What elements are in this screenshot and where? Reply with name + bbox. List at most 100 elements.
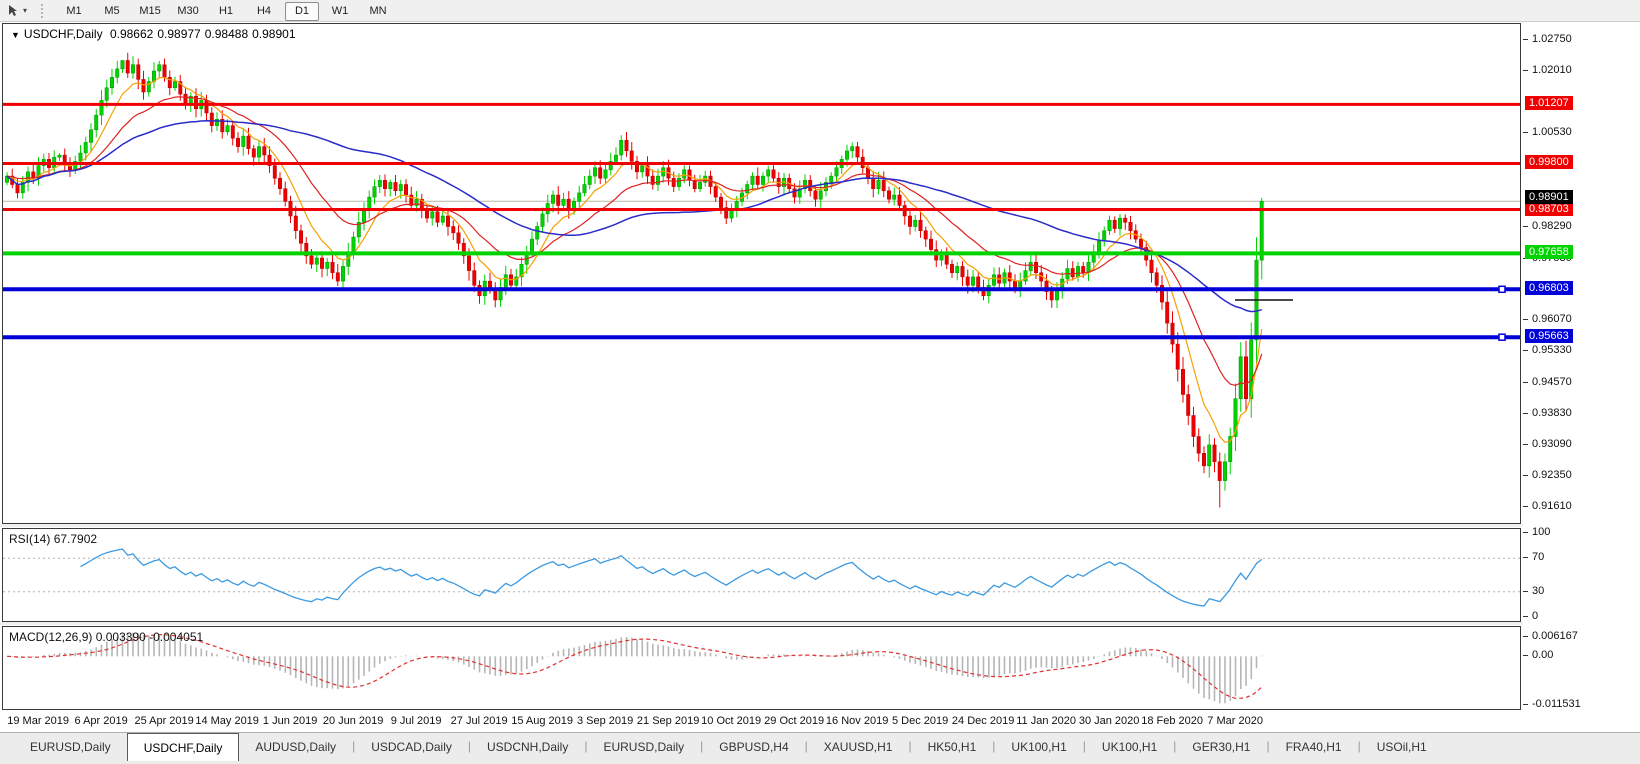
date-tick-label: 7 Mar 2020: [1207, 715, 1263, 727]
cursor-tool-button[interactable]: ▾: [0, 0, 33, 21]
cursor-dropdown-arrow-icon: ▾: [23, 6, 27, 15]
level-price-flag: 0.99800: [1525, 155, 1573, 169]
price-tick-label: 1.00530: [1532, 126, 1572, 138]
timeframe-h1[interactable]: H1: [209, 2, 243, 21]
axis-tick: [1523, 444, 1528, 445]
candles-layer: [5, 53, 1263, 508]
date-tick-label: 1 Jun 2019: [263, 715, 317, 727]
axis-tick: [1523, 636, 1528, 637]
rsi-axis-label: 30: [1532, 585, 1544, 597]
date-tick-label: 10 Oct 2019: [701, 715, 761, 727]
cursor-icon: [6, 4, 20, 18]
current-price-flag: 0.98901: [1525, 190, 1573, 204]
date-tick-label: 16 Nov 2019: [826, 715, 888, 727]
tab-eurusd-daily[interactable]: EURUSD,Daily: [14, 735, 127, 760]
date-tick-label: 15 Aug 2019: [511, 715, 573, 727]
date-tick-label: 29 Oct 2019: [764, 715, 824, 727]
date-tick-label: 21 Sep 2019: [637, 715, 699, 727]
tab-ger30-h1[interactable]: GER30,H1: [1176, 735, 1266, 760]
price-tick-label: 0.93830: [1532, 407, 1572, 419]
date-tick-label: 27 Jul 2019: [451, 715, 508, 727]
timeframe-d1[interactable]: D1: [285, 2, 319, 21]
date-tick-label: 9 Jul 2019: [391, 715, 442, 727]
date-axis[interactable]: 19 Mar 20196 Apr 201925 Apr 201914 May 2…: [2, 710, 1521, 732]
price-tick-label: 0.96070: [1532, 313, 1572, 325]
tab-fra40-h1[interactable]: FRA40,H1: [1270, 735, 1358, 760]
macd-axis-label: 0.006167: [1532, 630, 1578, 642]
rsi-indicator-panel[interactable]: RSI(14) 67.7902: [2, 528, 1521, 622]
tab-uk100-h1[interactable]: UK100,H1: [1086, 735, 1173, 760]
tab-audusd-daily[interactable]: AUDUSD,Daily: [239, 735, 352, 760]
level-price-flag: 0.97658: [1525, 245, 1573, 259]
panel-splitter[interactable]: [0, 622, 1640, 625]
price-tick-label: 0.98290: [1532, 220, 1572, 232]
axis-tick: [1523, 616, 1528, 617]
macd-axis-label: -0.011531: [1532, 698, 1581, 710]
tab-hk50-h1[interactable]: HK50,H1: [912, 735, 993, 760]
date-tick-label: 30 Jan 2020: [1079, 715, 1140, 727]
axis-tick: [1523, 413, 1528, 414]
ma-line-sma55: [7, 121, 1262, 312]
date-tick-label: 24 Dec 2019: [952, 715, 1014, 727]
timeframe-h4[interactable]: H4: [247, 2, 281, 21]
price-axis[interactable]: 1.027501.020101.005300.982900.975300.960…: [1523, 23, 1640, 710]
tab-xauusd-h1[interactable]: XAUUSD,H1: [808, 735, 909, 760]
chart-tab-bar: EURUSD,DailyUSDCHF,DailyAUDUSD,Daily|USD…: [0, 732, 1640, 764]
date-tick-label: 14 May 2019: [195, 715, 259, 727]
hline-handle[interactable]: [1499, 286, 1505, 292]
timeframe-mn[interactable]: MN: [361, 2, 395, 21]
ohlc-high: 0.98977: [157, 27, 200, 41]
axis-tick: [1523, 350, 1528, 351]
date-tick-label: 3 Sep 2019: [577, 715, 633, 727]
timeframe-w1[interactable]: W1: [323, 2, 357, 21]
tab-uk100-h1[interactable]: UK100,H1: [995, 735, 1082, 760]
axis-tick: [1523, 704, 1528, 705]
price-chart-panel[interactable]: ▼USDCHF,Daily 0.986620.989770.984880.989…: [2, 23, 1521, 524]
date-tick-label: 19 Mar 2019: [7, 715, 69, 727]
tab-usdchf-daily[interactable]: USDCHF,Daily: [127, 733, 240, 761]
price-tick-label: 0.95330: [1532, 344, 1572, 356]
tab-eurusd-daily[interactable]: EURUSD,Daily: [587, 735, 700, 760]
macd-indicator-panel[interactable]: MACD(12,26,9) 0.003390 -0.004051: [2, 626, 1521, 710]
rsi-label: RSI(14) 67.7902: [9, 532, 97, 546]
ma-line-ema21: [7, 97, 1262, 386]
timeframe-m15[interactable]: M15: [133, 2, 167, 21]
toolbar-grip[interactable]: [41, 4, 47, 18]
tab-usoil-h1[interactable]: USOil,H1: [1361, 735, 1443, 760]
timeframe-m5[interactable]: M5: [95, 2, 129, 21]
axis-tick: [1523, 655, 1528, 656]
price-tick-label: 0.91610: [1532, 500, 1572, 512]
axis-tick: [1523, 532, 1528, 533]
macd-axis-label: 0.00: [1532, 649, 1553, 661]
level-price-flag: 0.96803: [1525, 281, 1573, 295]
collapse-chart-icon[interactable]: ▼: [11, 30, 20, 40]
candlestick-chart: [3, 24, 1520, 523]
panel-splitter[interactable]: [0, 524, 1640, 527]
axis-tick: [1523, 132, 1528, 133]
hline-handle[interactable]: [1499, 334, 1505, 340]
date-tick-label: 20 Jun 2019: [323, 715, 384, 727]
axis-tick: [1523, 226, 1528, 227]
ohlc-open: 0.98662: [110, 27, 153, 41]
ma-line-ema8: [7, 78, 1262, 443]
level-price-flag: 0.95663: [1525, 329, 1573, 343]
ohlc-low: 0.98488: [205, 27, 248, 41]
timeframe-toolbar: ▾ M1M5M15M30H1H4D1W1MN: [0, 0, 1640, 22]
date-tick-label: 25 Apr 2019: [134, 715, 193, 727]
chart-symbol-label: USDCHF,Daily: [24, 27, 103, 41]
axis-tick: [1523, 319, 1528, 320]
date-tick-label: 18 Feb 2020: [1141, 715, 1203, 727]
timeframe-m1[interactable]: M1: [57, 2, 91, 21]
rsi-value: 67.7902: [54, 532, 97, 546]
tab-usdcad-daily[interactable]: USDCAD,Daily: [355, 735, 468, 760]
date-tick-label: 11 Jan 2020: [1016, 715, 1076, 727]
timeframe-m30[interactable]: M30: [171, 2, 205, 21]
macd-signal-line: [7, 635, 1262, 699]
price-tick-label: 0.94570: [1532, 376, 1572, 388]
rsi-plot: [3, 529, 1520, 621]
macd-main-value: 0.003390: [96, 630, 146, 644]
rsi-axis-label: 70: [1532, 551, 1544, 563]
tab-usdcnh-daily[interactable]: USDCNH,Daily: [471, 735, 584, 760]
tab-gbpusd-h4[interactable]: GBPUSD,H4: [703, 735, 804, 760]
axis-tick: [1523, 475, 1528, 476]
